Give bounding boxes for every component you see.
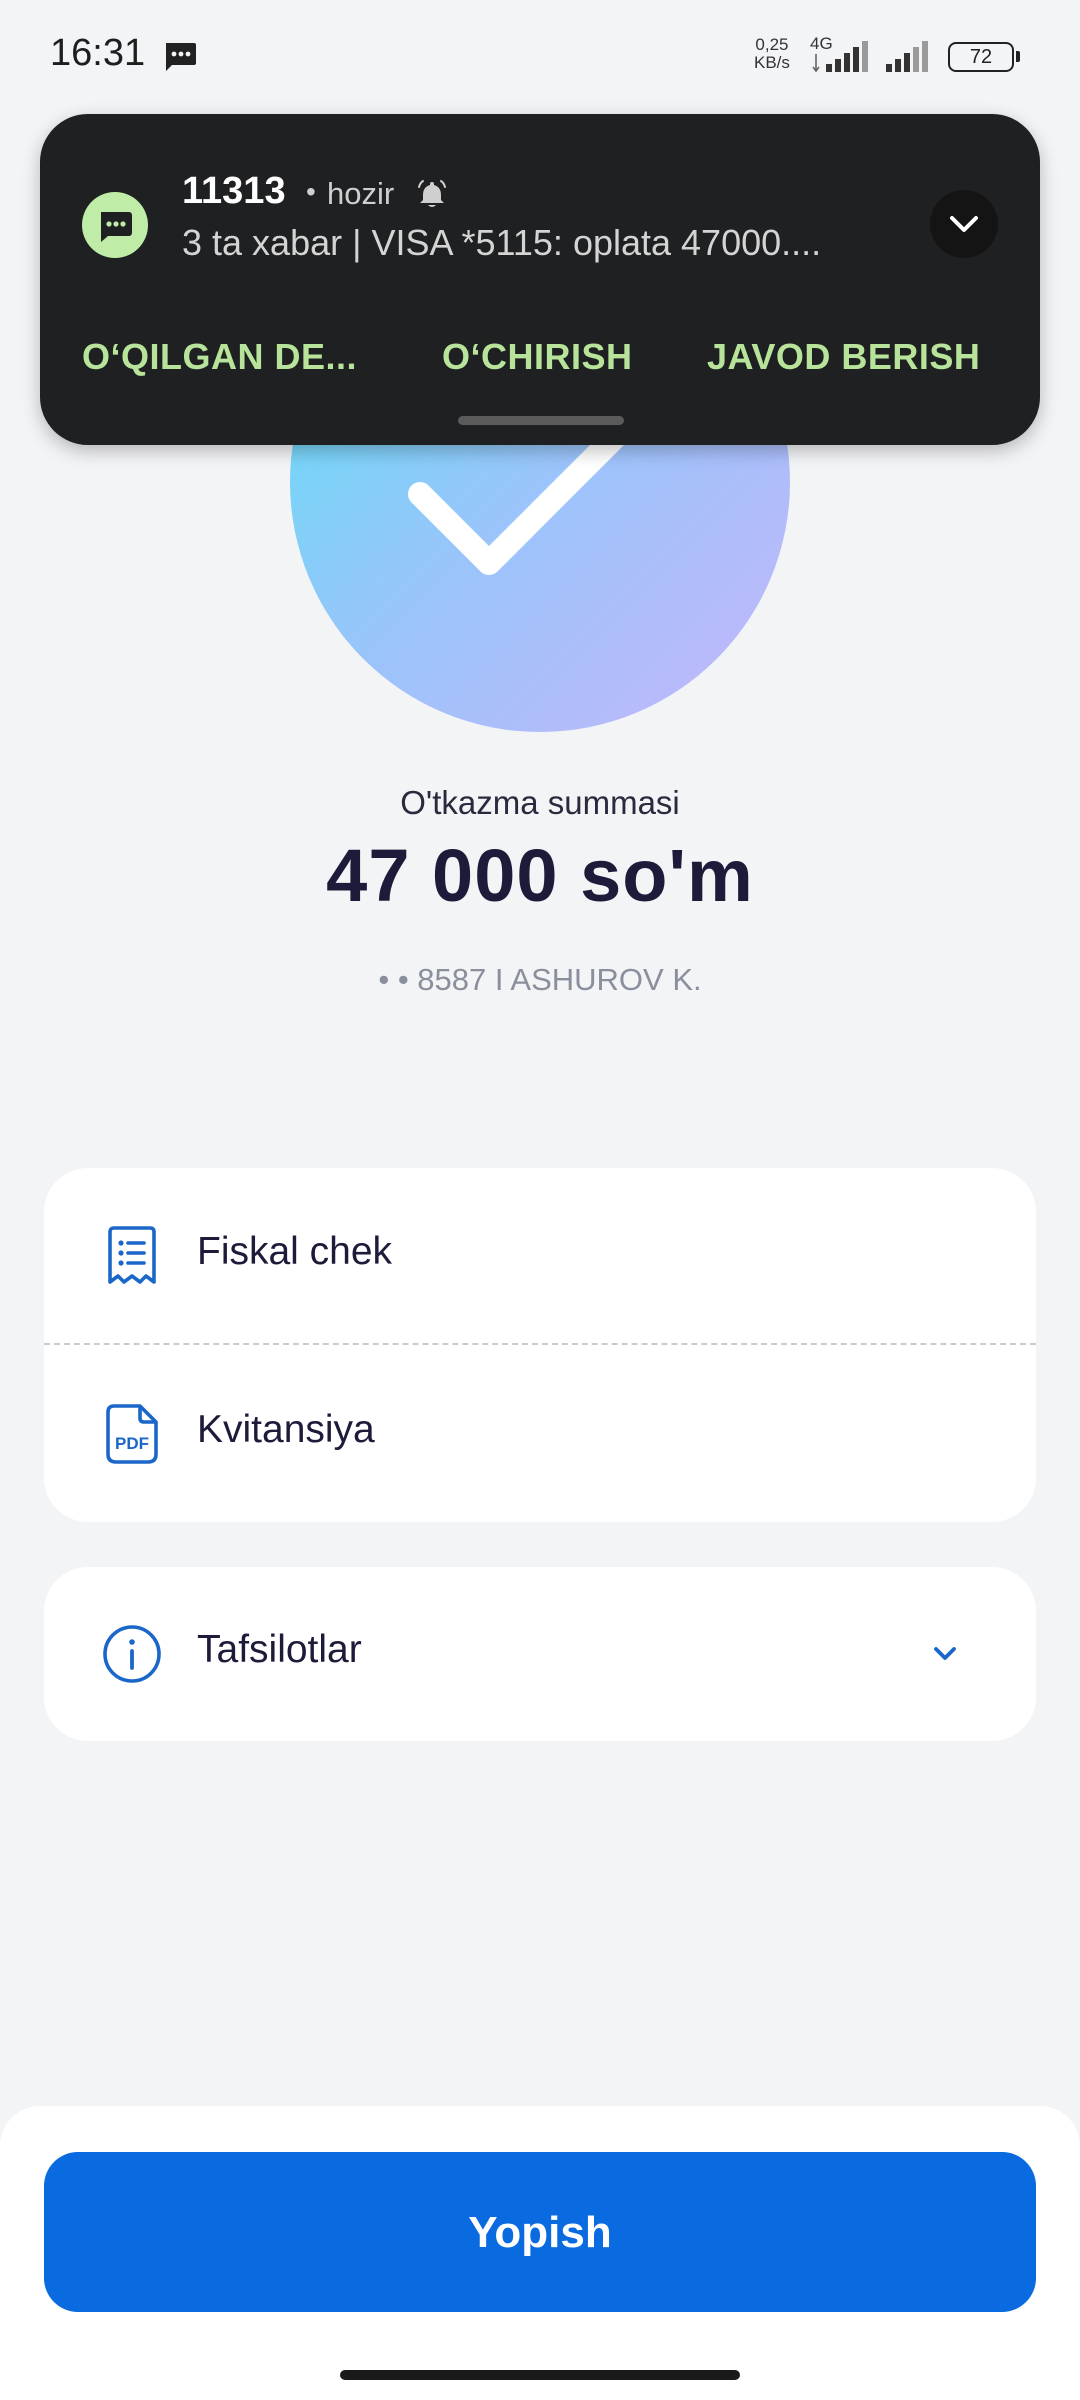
receipt-row[interactable]: PDF Kvitansiya [44, 1346, 1036, 1522]
fiscal-check-label: Fiskal chek [197, 1230, 393, 1273]
network-speed-unit: KB/s [754, 53, 790, 72]
chevron-down-icon[interactable] [928, 1637, 962, 1671]
notification-sender: 11313 [182, 170, 286, 212]
details-label: Tafsilotlar [197, 1628, 362, 1671]
home-indicator[interactable] [340, 2370, 740, 2380]
amount-label: O'tkazma summasi [400, 784, 680, 821]
amount-value: 47 000 so'm [326, 834, 754, 917]
delete-button[interactable]: O‘CHIRISH [442, 336, 633, 378]
reply-button[interactable]: JAVOD BERISH [707, 336, 980, 378]
bottom-sheet: Yopish [0, 2106, 1080, 2400]
documents-card: Fiskal chek PDF Kvitansiya [44, 1168, 1036, 1522]
signal-icon [886, 41, 928, 72]
notification-time: hozir [327, 176, 395, 211]
notification-card[interactable]: 11313 • hozir 3 ta xabar | VISA *5115: o… [40, 114, 1040, 445]
svg-text:PDF: PDF [115, 1434, 149, 1453]
message-icon [166, 43, 196, 71]
chat-bubble-icon [101, 212, 132, 242]
notification-actions: O‘QILGAN DE... O‘CHIRISH JAVOD BERISH [40, 336, 1040, 386]
fiscal-check-row[interactable]: Fiskal chek [44, 1168, 1036, 1344]
recipient-card: • • 8587 I ASHUROV K. [378, 962, 702, 997]
close-button[interactable]: Yopish [44, 2152, 1036, 2312]
battery-icon: 72 [948, 42, 1020, 72]
mark-read-button[interactable]: O‘QILGAN DE... [82, 336, 357, 378]
bell-icon [418, 180, 446, 207]
signal-icon [812, 41, 868, 73]
chevron-down-icon [950, 216, 978, 232]
status-bar: 16:31 0,25 KB/s 4G 72 [0, 0, 1080, 110]
notification-separator: • [306, 176, 316, 207]
receipt-label: Kvitansiya [197, 1408, 375, 1451]
status-time: 16:31 [50, 32, 146, 74]
network-speed-value: 0,25 [755, 35, 789, 54]
details-card[interactable]: Tafsilotlar [44, 1567, 1036, 1741]
drag-handle[interactable] [458, 416, 624, 425]
pdf-file-icon: PDF [106, 1404, 158, 1464]
battery-level: 72 [948, 42, 1014, 72]
battery-tip [1016, 51, 1020, 62]
divider [44, 1343, 1036, 1345]
expand-button[interactable] [930, 190, 998, 258]
receipt-icon [108, 1226, 156, 1284]
info-icon [103, 1625, 161, 1683]
notification-body: 3 ta xabar | VISA *5115: oplata 47000...… [182, 222, 822, 263]
network-speed: 0,25 KB/s [754, 36, 790, 72]
messages-app-icon [82, 192, 148, 258]
